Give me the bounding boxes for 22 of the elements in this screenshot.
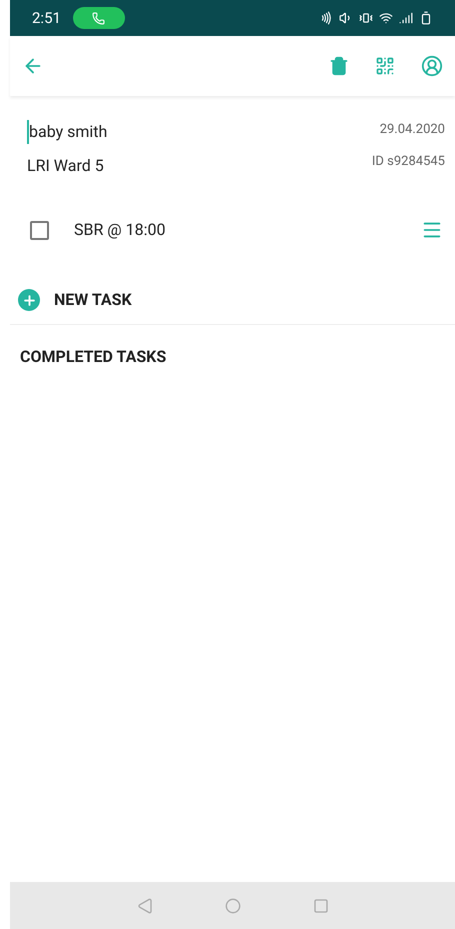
task-label: SBR @ 18:00: [74, 219, 166, 241]
patient-id: ID s9284545: [372, 152, 445, 170]
home-nav-icon[interactable]: [224, 898, 240, 914]
phone-icon: [92, 12, 106, 24]
date-label: 29.04.2020: [380, 121, 445, 139]
clock: 2:51: [32, 8, 61, 29]
qr-code-icon[interactable]: [375, 56, 395, 76]
new-task-button[interactable]: NEW TASK: [10, 284, 455, 316]
patient-name: baby smith: [27, 120, 108, 144]
task-checkbox[interactable]: [30, 220, 49, 240]
add-icon: [18, 289, 40, 311]
trash-icon[interactable]: [329, 56, 349, 76]
ward-label: LRI Ward 5: [27, 155, 105, 177]
wifi-icon: [379, 11, 393, 25]
back-nav-icon[interactable]: [136, 898, 152, 914]
battery-icon: [419, 11, 433, 25]
signal-icon: [399, 11, 413, 25]
user-icon[interactable]: [421, 55, 443, 77]
vibrate-icon: [359, 11, 373, 25]
completed-tasks-heading: COMPLETED TASKS: [19, 346, 168, 368]
nfc-icon: [319, 11, 333, 25]
recents-nav-icon[interactable]: [312, 898, 328, 914]
